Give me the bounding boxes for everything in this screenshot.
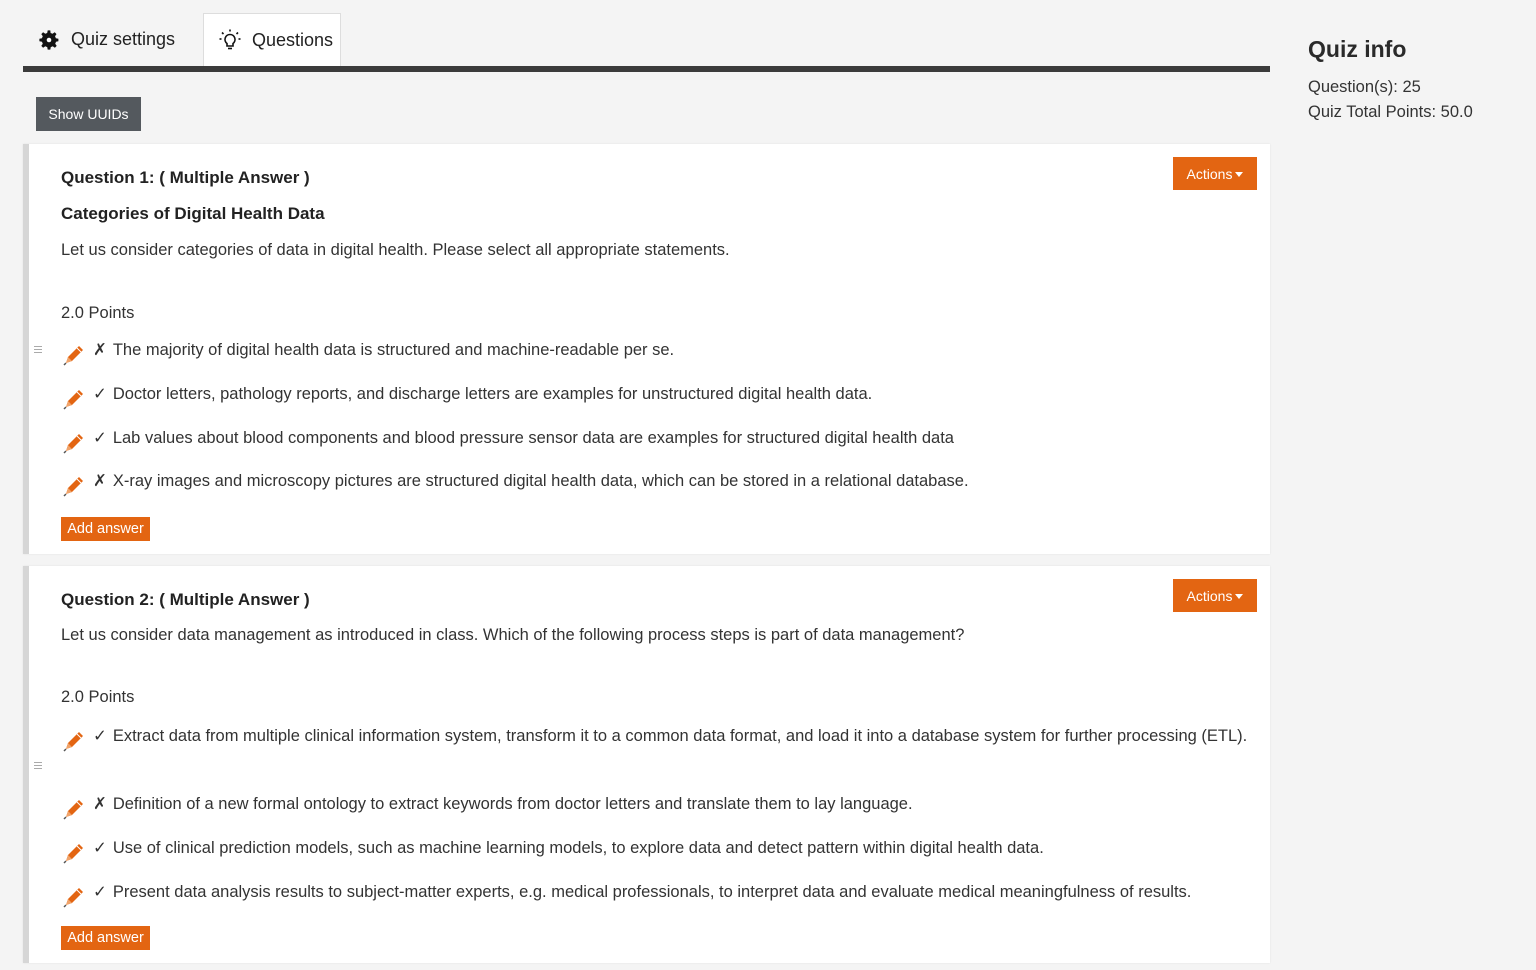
answer-mark: ✓: [93, 385, 107, 403]
quiz-info-heading: Quiz info: [1308, 36, 1407, 62]
pencil-icon[interactable]: [61, 796, 87, 822]
answer-item: ✓ Doctor letters, pathology reports, and…: [61, 382, 1256, 412]
answer-text: The majority of digital health data is s…: [112, 341, 675, 359]
actions-dropdown-button[interactable]: Actions: [1173, 157, 1257, 190]
question-points: 2.0 Points: [61, 688, 135, 706]
tab-questions-label: Questions: [252, 29, 334, 50]
question-points: 2.0 Points: [61, 304, 135, 322]
answer-text: Extract data from multiple clinical info…: [112, 727, 1248, 745]
add-answer-button[interactable]: Add answer: [61, 926, 150, 950]
pencil-icon[interactable]: [61, 840, 87, 866]
pencil-icon[interactable]: [61, 342, 87, 368]
question-text: Let us consider data management as intro…: [61, 626, 965, 644]
actions-label: Actions: [1186, 165, 1233, 182]
pencil-icon[interactable]: [61, 430, 87, 456]
caret-down-icon: [1235, 171, 1244, 177]
answer-item: ✗ X-ray images and microscopy pictures a…: [61, 469, 1256, 499]
actions-dropdown-button[interactable]: Actions: [1173, 579, 1257, 612]
answer-item: ✓ Present data analysis results to subje…: [61, 880, 1256, 910]
pencil-icon[interactable]: [61, 884, 87, 910]
show-uuids-button[interactable]: Show UUIDs: [36, 97, 141, 131]
answer-mark: ✓: [93, 429, 107, 447]
answer-text: Lab values about blood components and bl…: [112, 429, 954, 447]
answer-mark: ✓: [93, 839, 107, 857]
answer-item: ✓ Use of clinical prediction models, suc…: [61, 836, 1256, 866]
pencil-icon[interactable]: [61, 386, 87, 412]
answer-text: Doctor letters, pathology reports, and d…: [112, 385, 873, 403]
drag-handle-icon[interactable]: [34, 762, 44, 771]
answer-text: Use of clinical prediction models, such …: [112, 839, 1044, 857]
answer-item: ✗ The majority of digital health data is…: [61, 338, 1256, 368]
tab-strip: Quiz settings Questions: [23, 13, 1270, 72]
question-count: Question(s): 25: [1308, 78, 1421, 96]
tab-quiz-settings[interactable]: Quiz settings: [37, 13, 175, 66]
answer-item: ✗ Definition of a new formal ontology to…: [61, 792, 1256, 822]
tab-quiz-settings-label: Quiz settings: [71, 29, 176, 49]
answer-mark: ✓: [93, 727, 107, 745]
answer-mark: ✗: [93, 341, 107, 359]
answer-item: ✓ Lab values about blood components and …: [61, 426, 1256, 456]
question-title: Question 2: ( Multiple Answer ): [61, 590, 310, 609]
add-answer-button[interactable]: Add answer: [61, 517, 150, 541]
actions-label: Actions: [1186, 587, 1233, 604]
drag-handle-icon[interactable]: [34, 346, 44, 355]
question-card: Actions Question 1: ( Multiple Answer ) …: [23, 144, 1270, 554]
question-title: Question 1: ( Multiple Answer ): [61, 168, 310, 187]
answer-text: X-ray images and microscopy pictures are…: [112, 472, 969, 490]
answer-text: Present data analysis results to subject…: [112, 883, 1192, 901]
quiz-total-points: Quiz Total Points: 50.0: [1308, 103, 1473, 121]
answer-mark: ✗: [93, 795, 107, 813]
question-subtitle: Categories of Digital Health Data: [61, 204, 325, 223]
gear-icon: [37, 28, 61, 52]
caret-down-icon: [1235, 593, 1244, 599]
tab-underline-bar: [23, 66, 1270, 72]
quiz-info-panel: Quiz info Question(s): 25 Quiz Total Poi…: [1308, 36, 1528, 125]
answer-mark: ✓: [93, 883, 107, 901]
question-card: Actions Question 2: ( Multiple Answer ) …: [23, 566, 1270, 963]
question-text: Let us consider categories of data in di…: [61, 241, 730, 259]
answer-mark: ✗: [93, 472, 107, 490]
pencil-icon[interactable]: [61, 473, 87, 499]
pencil-icon[interactable]: [61, 728, 87, 754]
answer-text: Definition of a new formal ontology to e…: [112, 795, 913, 813]
lightbulb-icon: [218, 28, 242, 52]
answer-item: ✓ Extract data from multiple clinical in…: [61, 724, 1256, 754]
tab-questions[interactable]: Questions: [203, 13, 341, 66]
